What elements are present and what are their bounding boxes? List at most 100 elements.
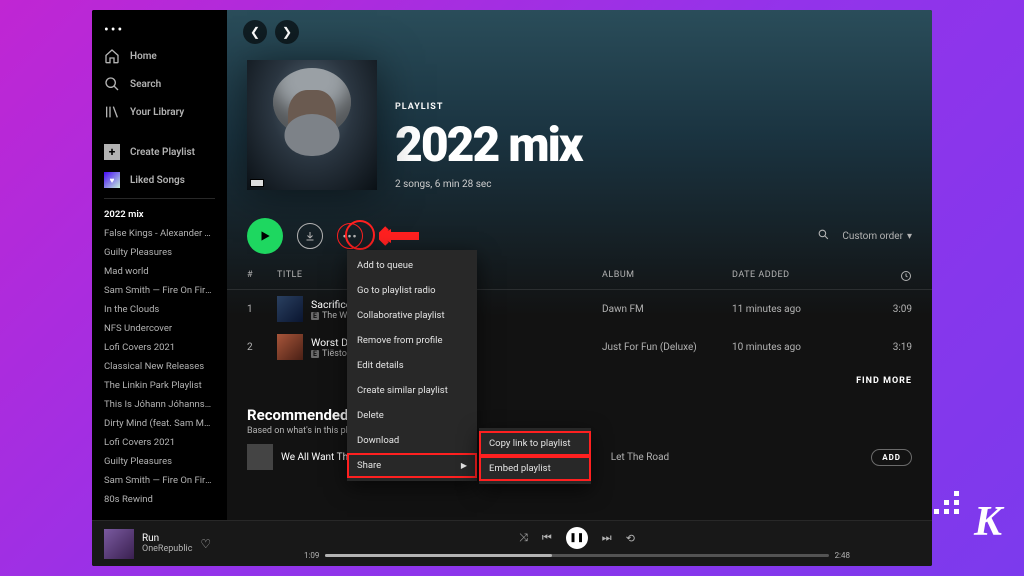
nav-search-label: Search: [130, 79, 161, 90]
progress-bar[interactable]: 1:09 2:48: [304, 551, 850, 560]
more-options-button[interactable]: •••: [337, 223, 363, 249]
annotation-arrow-icon: [379, 226, 419, 250]
track-num: 2: [247, 342, 277, 353]
sidebar-playlist-item[interactable]: Guilty Pleasures: [92, 452, 227, 471]
nav-create-playlist[interactable]: + Create Playlist: [92, 138, 227, 166]
download-button[interactable]: [297, 223, 323, 249]
sidebar-playlist-item[interactable]: Mad world: [92, 262, 227, 281]
playlist-meta: 2 songs, 6 min 28 sec: [395, 179, 582, 190]
search-tracks-button[interactable]: [817, 228, 830, 244]
context-menu: Add to queueGo to playlist radioCollabor…: [347, 250, 477, 481]
submenu-copy-label: Copy link to playlist: [489, 438, 570, 449]
menu-item[interactable]: Create similar playlist: [347, 378, 477, 403]
add-track-button[interactable]: ADD: [871, 449, 912, 466]
chevron-down-icon: ▾: [907, 231, 912, 242]
back-button[interactable]: ❮: [243, 20, 267, 44]
share-submenu: Copy link to playlist Embed playlist: [479, 428, 591, 484]
shuffle-button[interactable]: ⤨: [519, 531, 528, 545]
sort-controls: Custom order ▾: [817, 228, 912, 244]
search-icon: [104, 76, 120, 92]
playlist-header: PLAYLIST 2022 mix 2 songs, 6 min 28 sec: [227, 10, 932, 206]
track-duration: 3:09: [862, 304, 912, 315]
sidebar-playlist-item[interactable]: Sam Smith — Fire On Fire (Fr...: [92, 281, 227, 300]
prev-button[interactable]: ⏮: [542, 531, 552, 545]
track-table-header: # TITLE ALBUM DATE ADDED: [227, 266, 932, 290]
find-more-button[interactable]: FIND MORE: [227, 366, 932, 396]
track-date-added: 11 minutes ago: [732, 304, 862, 315]
sidebar-playlist-item[interactable]: 80s Rewind: [92, 490, 227, 509]
playback-controls: ⤨ ⏮ ❚❚ ⏭ ⟲ 1:09 2:48: [304, 527, 850, 560]
sidebar-playlist-item[interactable]: Classical New Releases: [92, 357, 227, 376]
track-duration: 3:19: [862, 342, 912, 353]
playlist-list[interactable]: 2022 mixFalse Kings - Alexander The...Gu…: [92, 203, 227, 512]
col-num: #: [247, 270, 277, 285]
sort-order-select[interactable]: Custom order ▾: [842, 231, 912, 242]
sidebar-playlist-item[interactable]: Dirty Mind (feat. Sam Martin...: [92, 414, 227, 433]
nav-liked-label: Liked Songs: [130, 175, 185, 186]
brand-dots-icon: [934, 491, 960, 514]
home-icon: [104, 48, 120, 64]
like-button[interactable]: ♡: [200, 537, 211, 551]
sidebar-playlist-item[interactable]: In the Clouds: [92, 300, 227, 319]
menu-item[interactable]: Collaborative playlist: [347, 303, 477, 328]
forward-button[interactable]: ❯: [275, 20, 299, 44]
playlist-cover[interactable]: [247, 60, 377, 190]
sidebar-playlist-item[interactable]: NFS Undercover: [92, 319, 227, 338]
menu-item[interactable]: Download: [347, 428, 477, 453]
repeat-button[interactable]: ⟲: [626, 532, 635, 545]
menu-item[interactable]: Delete: [347, 403, 477, 428]
sidebar-playlist-item[interactable]: Sam Smith — Fire On Fire (Fr...: [92, 471, 227, 490]
menu-item-share[interactable]: Share ▶: [347, 453, 477, 478]
menu-share-label: Share: [357, 460, 381, 471]
sidebar-playlist-item[interactable]: Lofi Covers 2021: [92, 433, 227, 452]
app-menu-icon[interactable]: •••: [92, 18, 227, 42]
playlist-controls: ••• Custom order ▾ Add to queueGo: [227, 206, 932, 266]
sidebar: ••• Home Search Your Library: [92, 10, 227, 520]
nav-home[interactable]: Home: [92, 42, 227, 70]
recommended-album: Let The Road: [611, 452, 669, 463]
nav-library-label: Your Library: [130, 107, 184, 118]
track-album: Just For Fun (Deluxe): [602, 342, 732, 353]
sidebar-playlist-item[interactable]: The Linkin Park Playlist: [92, 376, 227, 395]
menu-item[interactable]: Go to playlist radio: [347, 278, 477, 303]
menu-item[interactable]: Edit details: [347, 353, 477, 378]
play-button[interactable]: [247, 218, 283, 254]
sidebar-playlist-item[interactable]: Guilty Pleasures: [92, 243, 227, 262]
sort-label: Custom order: [842, 231, 903, 242]
track-row[interactable]: 2Worst DayETiëstoJust For Fun (Deluxe)10…: [227, 328, 932, 366]
playlist-title: 2022 mix: [395, 116, 582, 173]
now-playing-artist: OneRepublic: [142, 544, 192, 554]
playlist-type-label: PLAYLIST: [395, 102, 582, 112]
top-panel: ••• Home Search Your Library: [92, 10, 932, 520]
total-time: 2:48: [835, 551, 850, 560]
track-row[interactable]: 1SacrificeEThe WeekndDawn FM11 minutes a…: [227, 290, 932, 328]
menu-item[interactable]: Remove from profile: [347, 328, 477, 353]
sidebar-playlist-item[interactable]: 2022 mix: [92, 205, 227, 224]
submenu-embed[interactable]: Embed playlist: [479, 456, 591, 481]
sidebar-playlist-item[interactable]: This Is Jóhann Jóhannsson: [92, 395, 227, 414]
sidebar-playlist-item[interactable]: Lofi Covers 2021: [92, 338, 227, 357]
col-album: ALBUM: [602, 270, 732, 285]
elapsed-time: 1:09: [304, 551, 319, 560]
nav-arrows: ❮ ❯: [243, 20, 299, 44]
nav-library[interactable]: Your Library: [92, 98, 227, 126]
play-pause-button[interactable]: ❚❚: [566, 527, 588, 549]
chevron-right-icon: ▶: [461, 461, 467, 470]
col-added: DATE ADDED: [732, 270, 862, 285]
track-album: Dawn FM: [602, 304, 732, 315]
submenu-copy-link[interactable]: Copy link to playlist: [479, 431, 591, 456]
nav-search[interactable]: Search: [92, 70, 227, 98]
next-button[interactable]: ⏭: [602, 531, 612, 545]
now-playing-title: Run: [142, 533, 192, 544]
explicit-tag-icon: [250, 179, 264, 187]
now-playing-info[interactable]: Run OneRepublic ♡: [104, 529, 304, 559]
track-num: 1: [247, 304, 277, 315]
sidebar-playlist-item[interactable]: False Kings - Alexander The...: [92, 224, 227, 243]
playlist-header-text: PLAYLIST 2022 mix 2 songs, 6 min 28 sec: [395, 102, 582, 190]
recommended-art: [247, 444, 273, 470]
divider: [104, 198, 215, 199]
menu-item[interactable]: Add to queue: [347, 253, 477, 278]
plus-icon: +: [104, 144, 120, 160]
library-icon: [104, 104, 120, 120]
nav-liked-songs[interactable]: ♥ Liked Songs: [92, 166, 227, 194]
